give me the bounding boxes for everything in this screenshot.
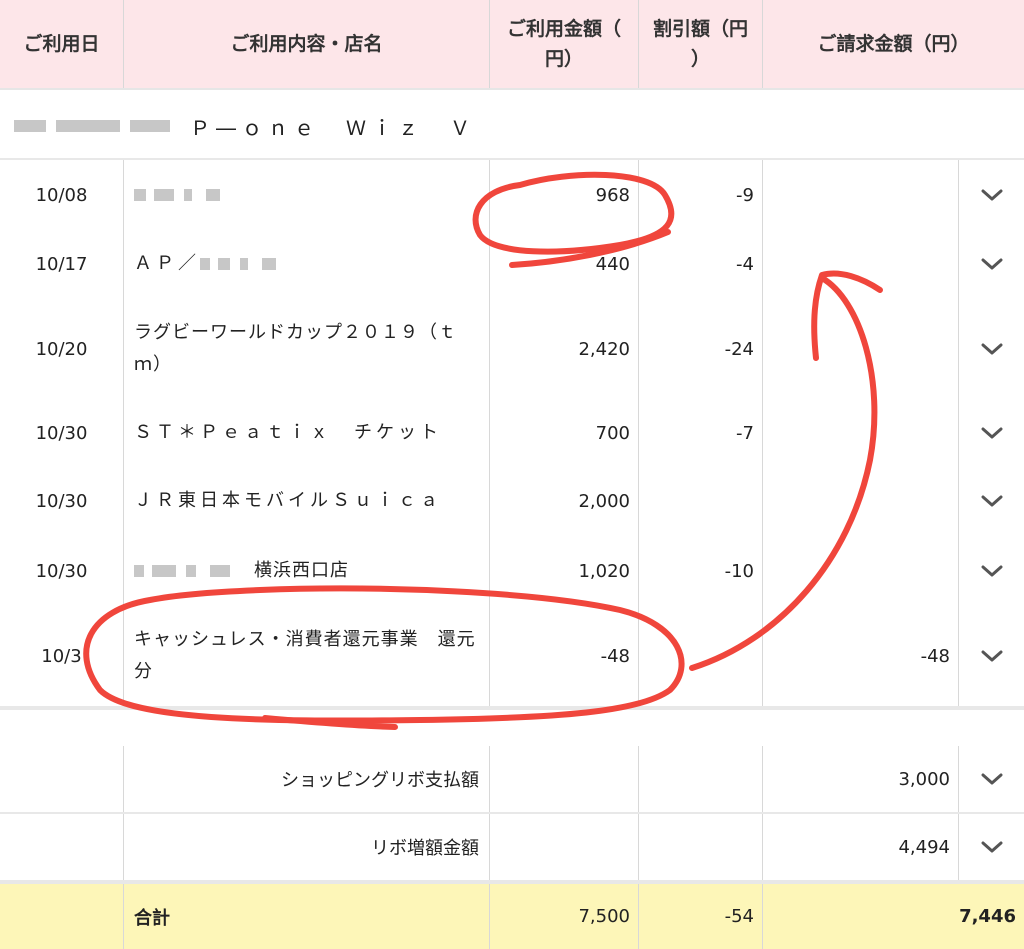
row-amount: -48: [489, 606, 638, 706]
expand-row-button[interactable]: [958, 536, 1024, 606]
row-billed: [762, 298, 958, 400]
table-row[interactable]: 10/30 ＳＴ＊Ｐｅａｔｉｘ チケット 700 -7: [0, 400, 1024, 470]
expand-row-button[interactable]: [958, 160, 1024, 230]
blurred-text: [262, 258, 276, 270]
table-header: ご利用日 ご利用内容・店名 ご利用金額（ 円） 割引額（円 ） ご請求金額（円）: [0, 0, 1024, 90]
row-discount: -24: [638, 298, 762, 400]
expand-row-button[interactable]: [958, 400, 1024, 466]
row-description: [123, 160, 489, 230]
table-row[interactable]: 10/08 968 -9: [0, 160, 1024, 234]
card-name: Ｐ―ｏｎｅ Ｗｉｚ Ｖ: [190, 115, 476, 140]
store-name: 横浜西口店: [254, 560, 349, 581]
summary-label: ショッピングリボ支払額: [123, 746, 489, 812]
table-row[interactable]: 10/20 ラグビーワールドカップ２０１９（ｔｍ） 2,420 -24: [0, 298, 1024, 404]
row-description: キャッシュレス・消費者還元事業 還元分: [123, 606, 489, 706]
col-date-header: ご利用日: [23, 33, 100, 55]
blurred-text: [200, 258, 210, 270]
row-amount: 700: [489, 400, 638, 466]
blurred-text: [154, 189, 174, 201]
row-discount: -7: [638, 400, 762, 466]
col-billed-header: ご請求金額（円）: [762, 0, 1024, 88]
blurred-text: [240, 258, 248, 270]
col-amount-header: ご利用金額（ 円）: [489, 0, 638, 88]
blurred-text: [152, 565, 176, 577]
blurred-text: [218, 258, 230, 270]
col-discount-header: 割引額（円 ）: [638, 0, 762, 88]
row-date: 10/30: [35, 422, 88, 444]
expand-row-button[interactable]: [958, 606, 1024, 706]
chevron-down-icon: [981, 343, 1002, 355]
summary-row[interactable]: リボ増額金額 4,494: [0, 814, 1024, 884]
row-date: 10/30: [35, 560, 88, 582]
row-amount: 2,420: [489, 298, 638, 400]
blurred-text: [56, 120, 120, 132]
row-billed: [762, 230, 958, 298]
row-discount: -4: [638, 230, 762, 298]
row-description: ＳＴ＊Ｐｅａｔｉｘ チケット: [123, 400, 489, 466]
row-date: 10/17: [35, 253, 88, 275]
row-date: 10/30: [35, 490, 88, 512]
row-description: ＡＰ／: [123, 230, 489, 298]
total-label: 合計: [123, 884, 489, 949]
chevron-down-icon: [981, 565, 1002, 577]
chevron-down-icon: [981, 495, 1002, 507]
blurred-text: [184, 189, 192, 201]
row-description: ラグビーワールドカップ２０１９（ｔｍ）: [123, 298, 489, 400]
total-amount: 7,500: [489, 884, 638, 949]
row-discount: -10: [638, 536, 762, 606]
row-amount: 2,000: [489, 466, 638, 536]
blurred-text: [14, 120, 46, 132]
chevron-down-icon: [981, 773, 1002, 785]
chevron-down-icon: [981, 841, 1002, 853]
row-amount: 1,020: [489, 536, 638, 606]
total-discount: -54: [638, 884, 762, 949]
summary-billed: 4,494: [762, 814, 958, 880]
chevron-down-icon: [981, 189, 1002, 201]
total-billed: 7,446: [762, 884, 1024, 949]
summary-billed: 3,000: [762, 746, 958, 812]
expand-row-button[interactable]: [958, 746, 1024, 812]
blurred-text: [210, 565, 230, 577]
row-billed: [762, 466, 958, 536]
row-amount: 440: [489, 230, 638, 298]
row-billed: [762, 400, 958, 466]
expand-row-button[interactable]: [958, 230, 1024, 298]
circle-tail-cashback: [262, 715, 398, 730]
blurred-text: [206, 189, 220, 201]
expand-row-button[interactable]: [958, 814, 1024, 880]
row-billed: -48: [762, 606, 958, 706]
row-billed: [762, 536, 958, 606]
row-date: 10/3: [41, 645, 82, 667]
table-row[interactable]: 10/30 ＪＲ東日本モバイルＳｕｉｃａ 2,000: [0, 466, 1024, 540]
expand-row-button[interactable]: [958, 466, 1024, 536]
chevron-down-icon: [981, 650, 1002, 662]
row-description: ＪＲ東日本モバイルＳｕｉｃａ: [123, 466, 489, 536]
total-row: 合計 7,500 -54 7,446: [0, 880, 1024, 949]
chevron-down-icon: [981, 258, 1002, 270]
blurred-text: [186, 565, 196, 577]
row-date: 10/08: [35, 184, 88, 206]
chevron-down-icon: [981, 427, 1002, 439]
row-discount: [638, 466, 762, 536]
card-name-row: Ｐ―ｏｎｅ Ｗｉｚ Ｖ: [0, 94, 1024, 162]
row-billed: [762, 160, 958, 230]
store-name: ＡＰ／: [134, 253, 200, 274]
summary-label: リボ増額金額: [123, 814, 489, 880]
table-row[interactable]: 10/3 キャッシュレス・消費者還元事業 還元分 -48 -48: [0, 606, 1024, 710]
table-row[interactable]: 10/17 ＡＰ／ 440 -4: [0, 230, 1024, 302]
col-content-header: ご利用内容・店名: [123, 0, 489, 88]
row-date: 10/20: [35, 338, 88, 360]
expand-row-button[interactable]: [958, 298, 1024, 400]
row-amount: 968: [489, 160, 638, 230]
summary-row[interactable]: ショッピングリボ支払額 3,000: [0, 746, 1024, 816]
table-row[interactable]: 10/30 横浜西口店 1,020 -10: [0, 536, 1024, 610]
blurred-text: [130, 120, 170, 132]
row-discount: [638, 606, 762, 706]
statement-table: ご利用日 ご利用内容・店名 ご利用金額（ 円） 割引額（円 ） ご請求金額（円）…: [0, 0, 1024, 949]
blurred-text: [134, 565, 144, 577]
row-discount: -9: [638, 160, 762, 230]
row-description: 横浜西口店: [123, 536, 489, 606]
blurred-text: [134, 189, 146, 201]
